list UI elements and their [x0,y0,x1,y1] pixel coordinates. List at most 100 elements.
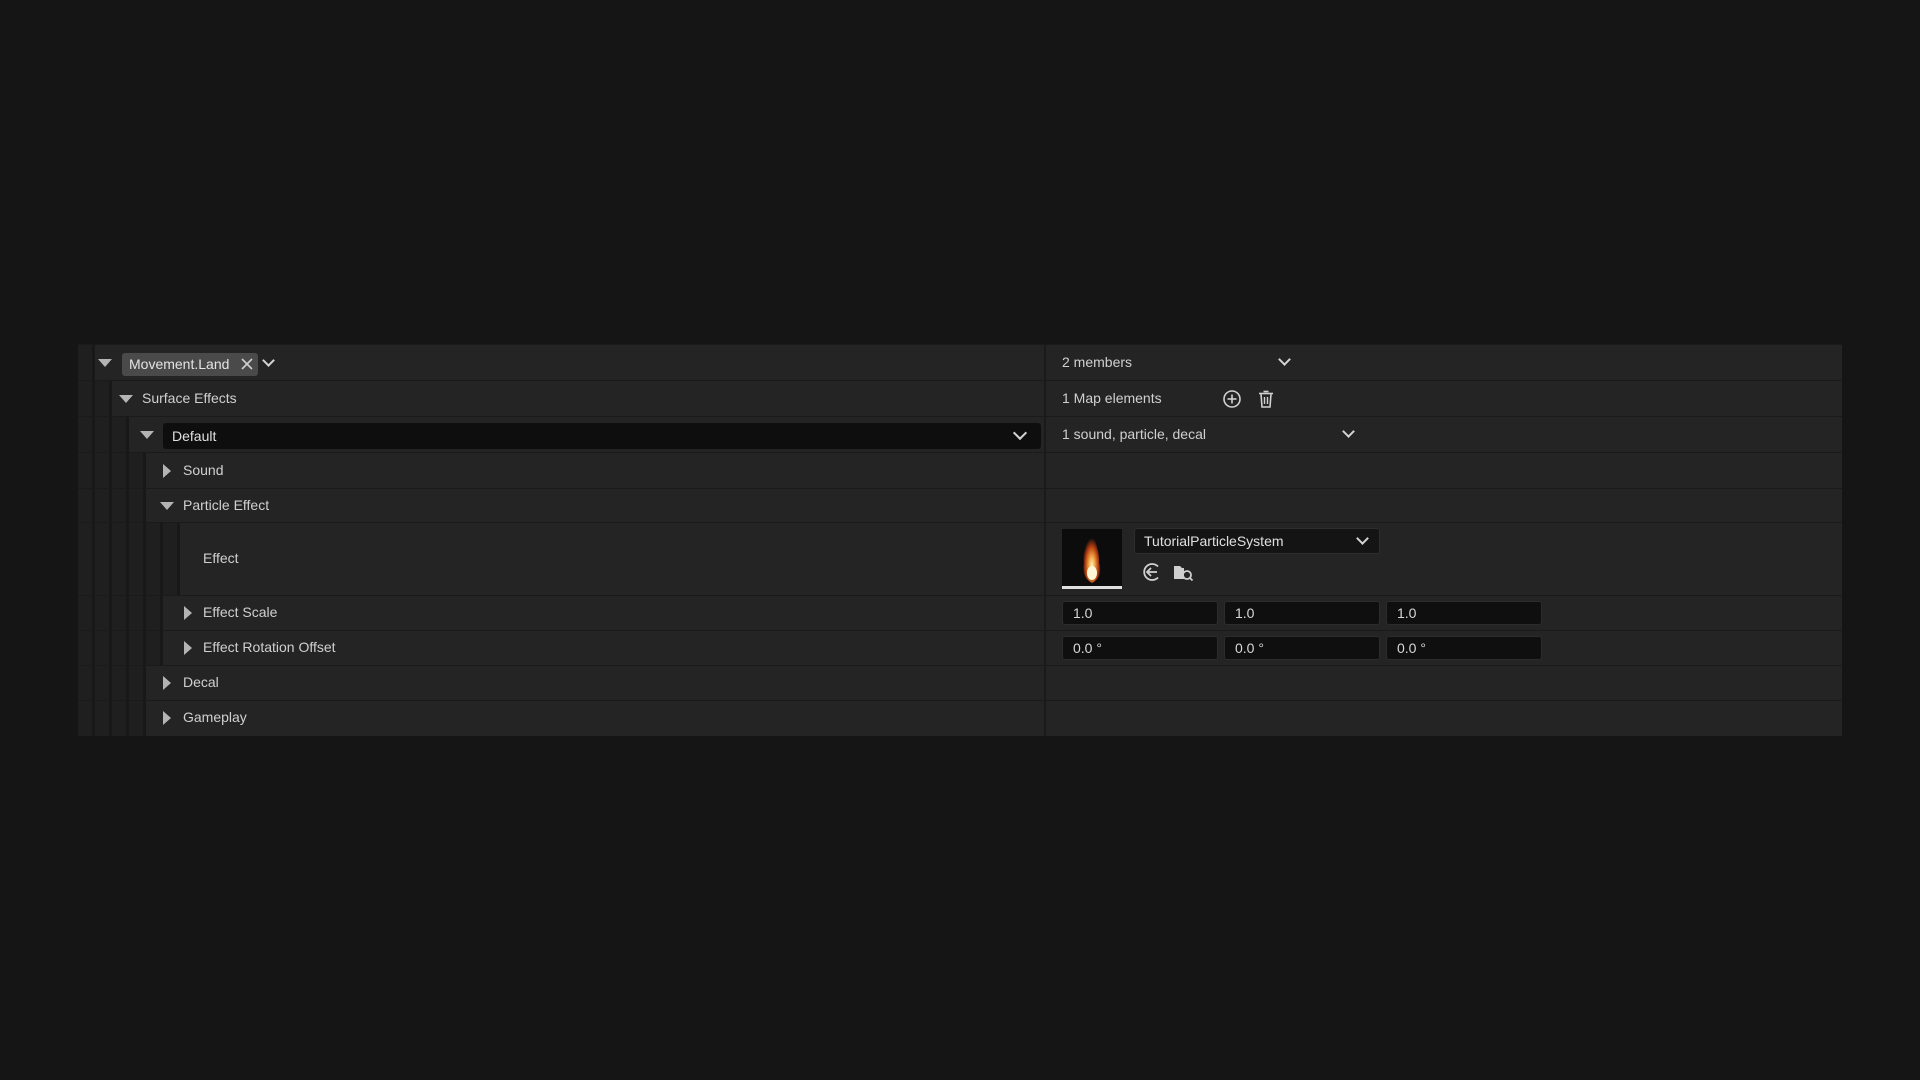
map-elements-count: 1 Map elements [1062,390,1162,406]
row-gutter [95,523,112,595]
particle-effect-name: Particle Effect [78,489,1046,522]
effect-rotation-row: Effect Rotation Offset 0.0 ° 0.0 ° 0.0 ° [78,630,1842,665]
default-key-dropdown[interactable]: Default [163,423,1041,449]
sound-row-name: Sound [78,453,1046,488]
sound-row-value [1046,453,1842,488]
row-gutter [146,631,163,665]
sound-row: Sound [78,452,1842,488]
row-gutter [163,523,180,595]
fire-thumbnail[interactable] [1062,529,1122,589]
collapse-arrow-icon[interactable] [119,395,133,403]
expand-arrow-icon[interactable] [184,606,192,620]
chevron-down-icon[interactable] [1278,353,1291,366]
effect-label: Effect [203,550,239,566]
members-count[interactable]: 2 members [1062,354,1132,370]
row-gutter [112,417,129,452]
gameplay-tag-chip[interactable]: Movement.Land [122,353,258,376]
effect-scale-z-field[interactable]: 1.0 [1386,601,1542,625]
chevron-down-icon[interactable] [1356,532,1369,545]
flame-icon [1083,533,1101,583]
surface-effects-value: 1 Map elements [1046,381,1842,416]
surface-effects-name: Surface Effects [78,381,1046,416]
row-gutter [95,453,112,488]
chevron-down-icon[interactable] [1012,425,1028,441]
gameplay-label: Gameplay [183,709,247,725]
row-gutter [112,489,129,522]
row-gutter [78,345,95,380]
effect-row: Effect TutorialParticleSystem [78,522,1842,595]
details-panel: Movement.Land 2 members Surface Effects … [78,344,1842,736]
row-gutter [95,701,112,736]
row-gutter [78,453,95,488]
effect-asset-dropdown[interactable]: TutorialParticleSystem [1134,528,1380,554]
expand-arrow-icon[interactable] [163,711,171,725]
plus-circle-icon[interactable] [1222,389,1242,409]
expand-arrow-icon[interactable] [163,676,171,690]
row-gutter [78,596,95,630]
default-entry-value: 1 sound, particle, decal [1046,417,1842,452]
row-gutter [78,666,95,700]
surface-effects-row: Surface Effects 1 Map elements [78,380,1842,416]
chevron-down-icon[interactable] [1342,425,1355,438]
default-summary[interactable]: 1 sound, particle, decal [1062,426,1206,442]
effect-rotation-value: 0.0 ° 0.0 ° 0.0 ° [1046,631,1842,665]
collapse-arrow-icon[interactable] [160,502,174,510]
effect-rotation-y-field[interactable]: 0.0 ° [1224,636,1380,660]
row-gutter [146,523,163,595]
collapse-arrow-icon[interactable] [140,431,154,439]
default-entry-row: Default 1 sound, particle, decal [78,416,1842,452]
effect-rotation-label: Effect Rotation Offset [203,639,336,655]
trash-icon[interactable] [1256,389,1276,409]
effect-rotation-name: Effect Rotation Offset [78,631,1046,665]
decal-row-name: Decal [78,666,1046,700]
row-gutter [78,381,95,416]
gameplay-row-value [1046,701,1842,736]
effect-rotation-z-field[interactable]: 0.0 ° [1386,636,1542,660]
row-gutter [78,631,95,665]
arrow-left-circle-icon[interactable] [1141,561,1163,583]
decal-label: Decal [183,674,219,690]
tag-row-name: Movement.Land [78,345,1046,380]
surface-effects-label: Surface Effects [142,390,237,406]
row-gutter [129,523,146,595]
close-icon[interactable] [240,357,254,371]
collapse-arrow-icon[interactable] [98,359,112,367]
row-gutter [95,381,112,416]
row-gutter [146,596,163,630]
row-gutter [112,596,129,630]
row-gutter [112,453,129,488]
row-gutter [112,666,129,700]
row-gutter [78,417,95,452]
particle-effect-row: Particle Effect [78,488,1842,522]
effect-scale-name: Effect Scale [78,596,1046,630]
row-gutter [78,489,95,522]
row-gutter [78,701,95,736]
chevron-down-icon[interactable] [262,354,275,367]
tag-row-value: 2 members [1046,345,1842,380]
row-gutter [129,489,146,522]
default-key-label: Default [172,428,217,444]
effect-asset-name: TutorialParticleSystem [1144,533,1284,549]
gameplay-tag-label: Movement.Land [129,356,230,372]
row-gutter [112,631,129,665]
row-gutter [129,701,146,736]
expand-arrow-icon[interactable] [163,464,171,478]
particle-effect-label: Particle Effect [183,497,270,513]
effect-scale-y-field[interactable]: 1.0 [1224,601,1380,625]
effect-scale-x-field[interactable]: 1.0 [1062,601,1218,625]
folder-search-icon[interactable] [1172,561,1194,583]
effect-rotation-x-field[interactable]: 0.0 ° [1062,636,1218,660]
row-gutter [129,631,146,665]
effect-scale-row: Effect Scale 1.0 1.0 1.0 [78,595,1842,630]
tag-row: Movement.Land 2 members [78,344,1842,380]
effect-scale-label: Effect Scale [203,604,278,620]
row-gutter [129,453,146,488]
particle-effect-value [1046,489,1842,522]
row-gutter [112,523,129,595]
row-gutter [129,596,146,630]
row-gutter [129,666,146,700]
row-gutter [78,523,95,595]
expand-arrow-icon[interactable] [184,641,192,655]
row-gutter [95,631,112,665]
sound-label: Sound [183,462,224,478]
